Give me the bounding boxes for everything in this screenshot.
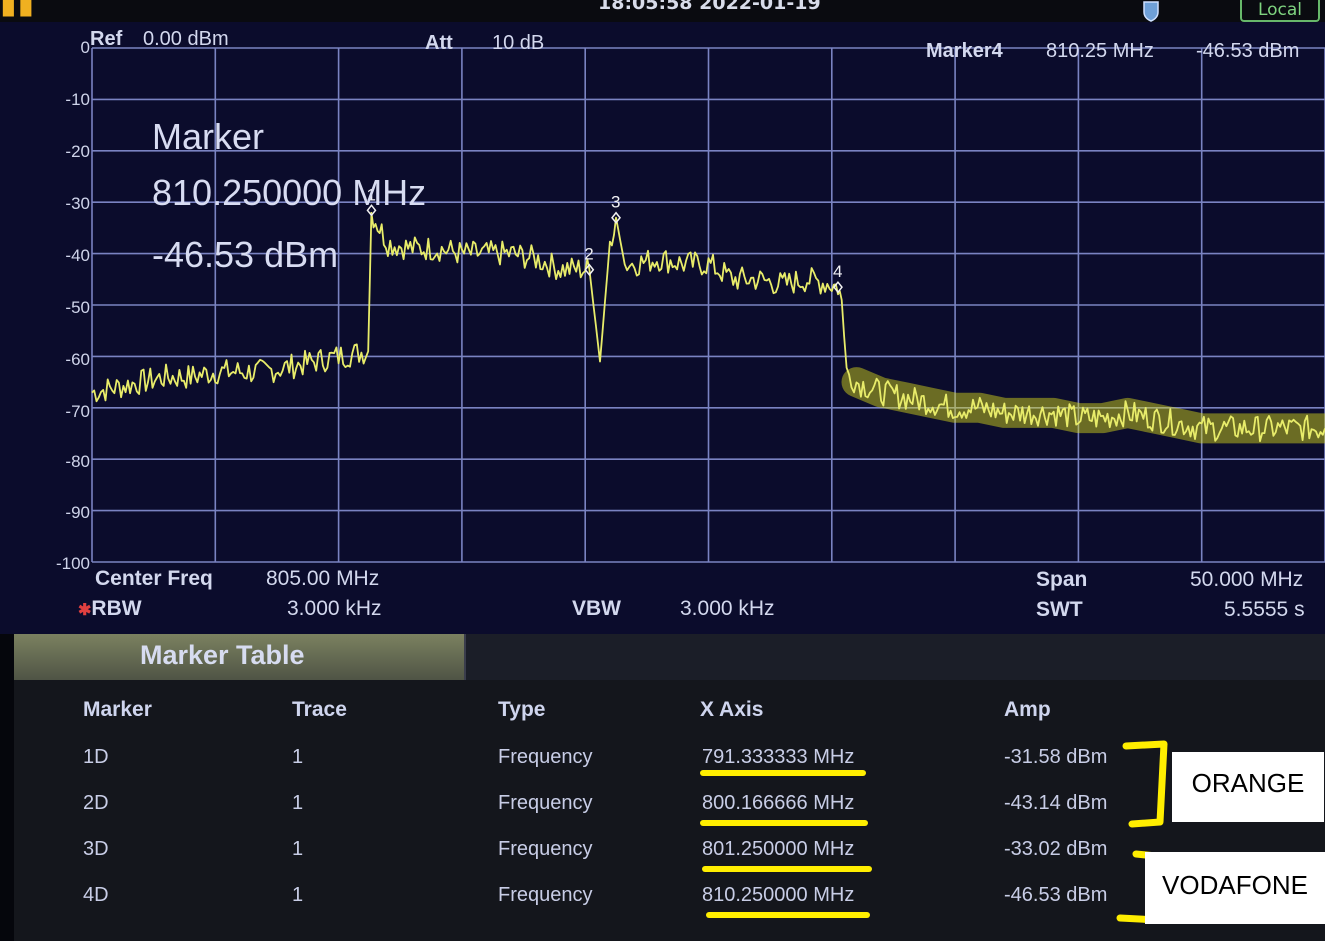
cell-type: Frequency xyxy=(498,746,593,768)
column-header-trace: Trace xyxy=(292,698,347,721)
status-bar: ▮▮ 18:05:58 2022-01-19 Local xyxy=(0,0,1325,22)
cell-type: Frequency xyxy=(498,792,593,814)
cell-amp: -33.02 dBm xyxy=(1004,838,1108,860)
tab-marker-table[interactable]: Marker Table xyxy=(14,634,466,680)
column-header-x-axis: X Axis xyxy=(700,698,764,721)
spectrum-display: 1234 Ref 0.00 dBm Att 10 dB Marker4 810.… xyxy=(0,22,1325,634)
active-marker-amp: -46.53 dBm xyxy=(152,234,339,275)
y-tick-label: -50 xyxy=(65,298,90,317)
cell-trace: 1 xyxy=(292,792,304,814)
y-tick-label: -30 xyxy=(65,194,90,213)
cell-trace: 1 xyxy=(292,838,304,860)
highlight-underline xyxy=(700,770,866,776)
cell-type: Frequency xyxy=(498,838,593,860)
y-tick-label: -100 xyxy=(55,554,90,573)
att-label: Att xyxy=(425,32,453,54)
vodafone-annotation: VODAFONE xyxy=(1145,852,1325,924)
orange-bracket xyxy=(1122,740,1168,828)
highlight-underline xyxy=(706,912,870,918)
y-tick-label: -60 xyxy=(65,350,90,369)
cell-trace: 1 xyxy=(292,746,304,768)
column-header-marker: Marker xyxy=(83,698,152,721)
cell-amp: -31.58 dBm xyxy=(1004,746,1108,768)
rbw-value: 3.000 kHz xyxy=(287,597,382,620)
cell-amp: -43.14 dBm xyxy=(1004,792,1108,814)
highlight-underline xyxy=(702,866,872,872)
marker-label: 2 xyxy=(584,245,593,264)
rbw-label: ✱RBW xyxy=(78,597,142,620)
highlight-underline xyxy=(700,820,868,826)
y-tick-label: -40 xyxy=(65,246,90,265)
marker-readout-freq: 810.25 MHz xyxy=(1046,40,1154,62)
cell-amp: -46.53 dBm xyxy=(1004,884,1108,906)
cell-x-axis: 801.250000 MHz xyxy=(702,838,855,860)
cell-marker: 3D xyxy=(83,838,109,860)
cell-trace: 1 xyxy=(292,884,304,906)
center-freq-value: 805.00 MHz xyxy=(266,567,380,590)
datetime: 18:05:58 2022-01-19 xyxy=(598,0,821,14)
cell-marker: 4D xyxy=(83,884,109,906)
marker-label: 4 xyxy=(833,262,842,281)
local-indicator[interactable]: Local xyxy=(1240,0,1320,22)
active-marker-title: Marker xyxy=(152,116,265,157)
y-tick-label: -70 xyxy=(65,402,90,421)
y-tick-label: -90 xyxy=(65,503,90,522)
y-tick-label: -20 xyxy=(65,142,90,161)
column-header-amp: Amp xyxy=(1004,698,1051,721)
cell-x-axis: 791.333333 MHz xyxy=(702,746,855,768)
brand-logo: ▮▮ xyxy=(0,0,36,21)
vbw-value: 3.000 kHz xyxy=(680,597,775,620)
shield-icon xyxy=(1143,1,1159,22)
marker-table-tab-bar xyxy=(466,634,1325,680)
cell-marker: 2D xyxy=(83,792,109,814)
cell-marker: 1D xyxy=(83,746,109,768)
y-tick-label: 0 xyxy=(80,38,90,57)
ref-value: 0.00 dBm xyxy=(143,28,229,50)
swt-value: 5.5555 s xyxy=(1224,598,1305,621)
spectrum-plot: 1234 xyxy=(91,47,1325,563)
column-header-type: Type xyxy=(498,698,546,721)
active-marker-freq: 810.250000 MHz xyxy=(152,172,427,213)
marker-readout-amp: -46.53 dBm xyxy=(1196,40,1300,62)
marker-table-tab-label: Marker Table xyxy=(140,640,305,670)
y-tick-label: -80 xyxy=(65,452,90,471)
cell-x-axis: 810.250000 MHz xyxy=(702,884,855,906)
center-freq-label: Center Freq xyxy=(95,567,213,590)
y-tick-label: -10 xyxy=(65,90,90,109)
swt-label: SWT xyxy=(1036,598,1083,621)
marker-label: 3 xyxy=(611,193,620,212)
cell-x-axis: 800.166666 MHz xyxy=(702,792,855,814)
orange-annotation: ORANGE xyxy=(1172,752,1324,822)
span-label: Span xyxy=(1036,568,1088,591)
marker-readout-label: Marker4 xyxy=(926,40,1003,62)
span-value: 50.000 MHz xyxy=(1190,568,1304,591)
cell-type: Frequency xyxy=(498,884,593,906)
vbw-label: VBW xyxy=(572,597,621,620)
rbw-label-text: RBW xyxy=(91,597,142,620)
att-value: 10 dB xyxy=(492,32,545,54)
ref-label: Ref xyxy=(90,28,123,50)
